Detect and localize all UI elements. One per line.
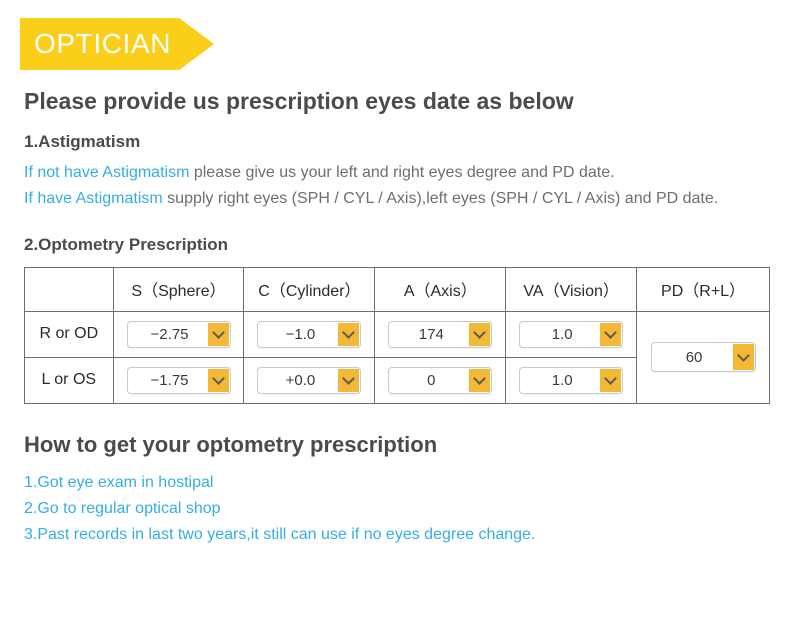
cell-pd: 60 (636, 310, 770, 404)
prescription-table-body: R or OD −2.75 −1.0 174 1.0 60 L or OS −1… (24, 310, 770, 404)
row-label-left-eye: L or OS (24, 356, 114, 404)
optician-banner: OPTICIAN (20, 18, 214, 70)
prescription-table: S（Sphere） C（Cylinder） A（Axis） VA（Vision）… (24, 266, 770, 404)
right-sphere-select[interactable]: −2.75 (126, 320, 231, 348)
page-content: Please provide us prescription eyes date… (24, 88, 784, 548)
cell-right-sphere: −2.75 (112, 310, 245, 358)
section-3-heading: How to get your optometry prescription (24, 431, 438, 457)
chevron-down-icon[interactable] (338, 322, 360, 346)
table-header-row: S（Sphere） C（Cylinder） A（Axis） VA（Vision）… (24, 266, 770, 312)
header-axis: A（Axis） (374, 266, 507, 312)
howto-item-2: 2.Go to regular optical shop (24, 500, 221, 518)
left-axis-select[interactable]: 0 (388, 366, 493, 394)
right-axis-select[interactable]: 174 (388, 320, 493, 348)
right-vision-select[interactable]: 1.0 (519, 320, 624, 348)
chevron-down-icon[interactable] (207, 368, 229, 392)
cell-left-sphere: −1.75 (112, 356, 245, 404)
chevron-down-icon[interactable] (207, 322, 229, 346)
if-not-have-astigmatism-text: please give us your left and right eyes … (189, 163, 615, 181)
left-sphere-select[interactable]: −1.75 (126, 366, 231, 394)
header-sphere: S（Sphere） (112, 266, 245, 312)
header-pd: PD（R+L） (636, 266, 770, 312)
header-blank (24, 266, 114, 312)
cell-right-vision: 1.0 (505, 310, 638, 358)
cell-right-axis: 174 (374, 310, 507, 358)
if-not-have-astigmatism-label: If not have Astigmatism (24, 163, 190, 181)
howto-item-3: 3.Past records in last two years,it stil… (24, 525, 536, 543)
left-vision-select[interactable]: 1.0 (519, 366, 624, 394)
cell-left-cylinder: +0.0 (243, 356, 376, 404)
chevron-down-icon[interactable] (600, 368, 622, 392)
prescription-table-head: S（Sphere） C（Cylinder） A（Axis） VA（Vision）… (24, 266, 770, 312)
section-1-heading: 1.Astigmatism (24, 131, 141, 151)
chevron-down-icon[interactable] (600, 322, 622, 346)
row-label-right-eye: R or OD (24, 310, 114, 358)
optician-banner-shape: OPTICIAN (20, 18, 214, 70)
if-have-astigmatism-text: supply right eyes (SPH / CYL / Axis),lef… (162, 190, 719, 208)
chevron-down-icon[interactable] (469, 368, 491, 392)
if-have-astigmatism-label: If have Astigmatism (24, 190, 163, 208)
optician-banner-label: OPTICIAN (34, 28, 172, 59)
chevron-down-icon[interactable] (469, 322, 491, 346)
cell-right-cylinder: −1.0 (243, 310, 376, 358)
header-vision: VA（Vision） (505, 266, 638, 312)
chevron-down-icon[interactable] (338, 368, 360, 392)
howto-section: How to get your optometry prescription 1… (24, 432, 784, 548)
section-2-heading: 2.Optometry Prescription (24, 234, 229, 254)
cell-left-axis: 0 (374, 356, 507, 404)
pd-select[interactable]: 60 (650, 342, 756, 373)
left-cylinder-select[interactable]: +0.0 (257, 366, 362, 394)
cell-left-vision: 1.0 (505, 356, 638, 404)
page-title: Please provide us prescription eyes date… (24, 88, 574, 114)
astigmatism-instructions: If not have Astigmatism please give us y… (24, 160, 724, 213)
table-row: R or OD −2.75 −1.0 174 1.0 60 (24, 310, 770, 404)
right-cylinder-select[interactable]: −1.0 (257, 320, 362, 348)
header-cylinder: C（Cylinder） (243, 266, 376, 312)
chevron-down-icon[interactable] (732, 344, 754, 371)
howto-item-1: 1.Got eye exam in hostipal (24, 474, 214, 492)
